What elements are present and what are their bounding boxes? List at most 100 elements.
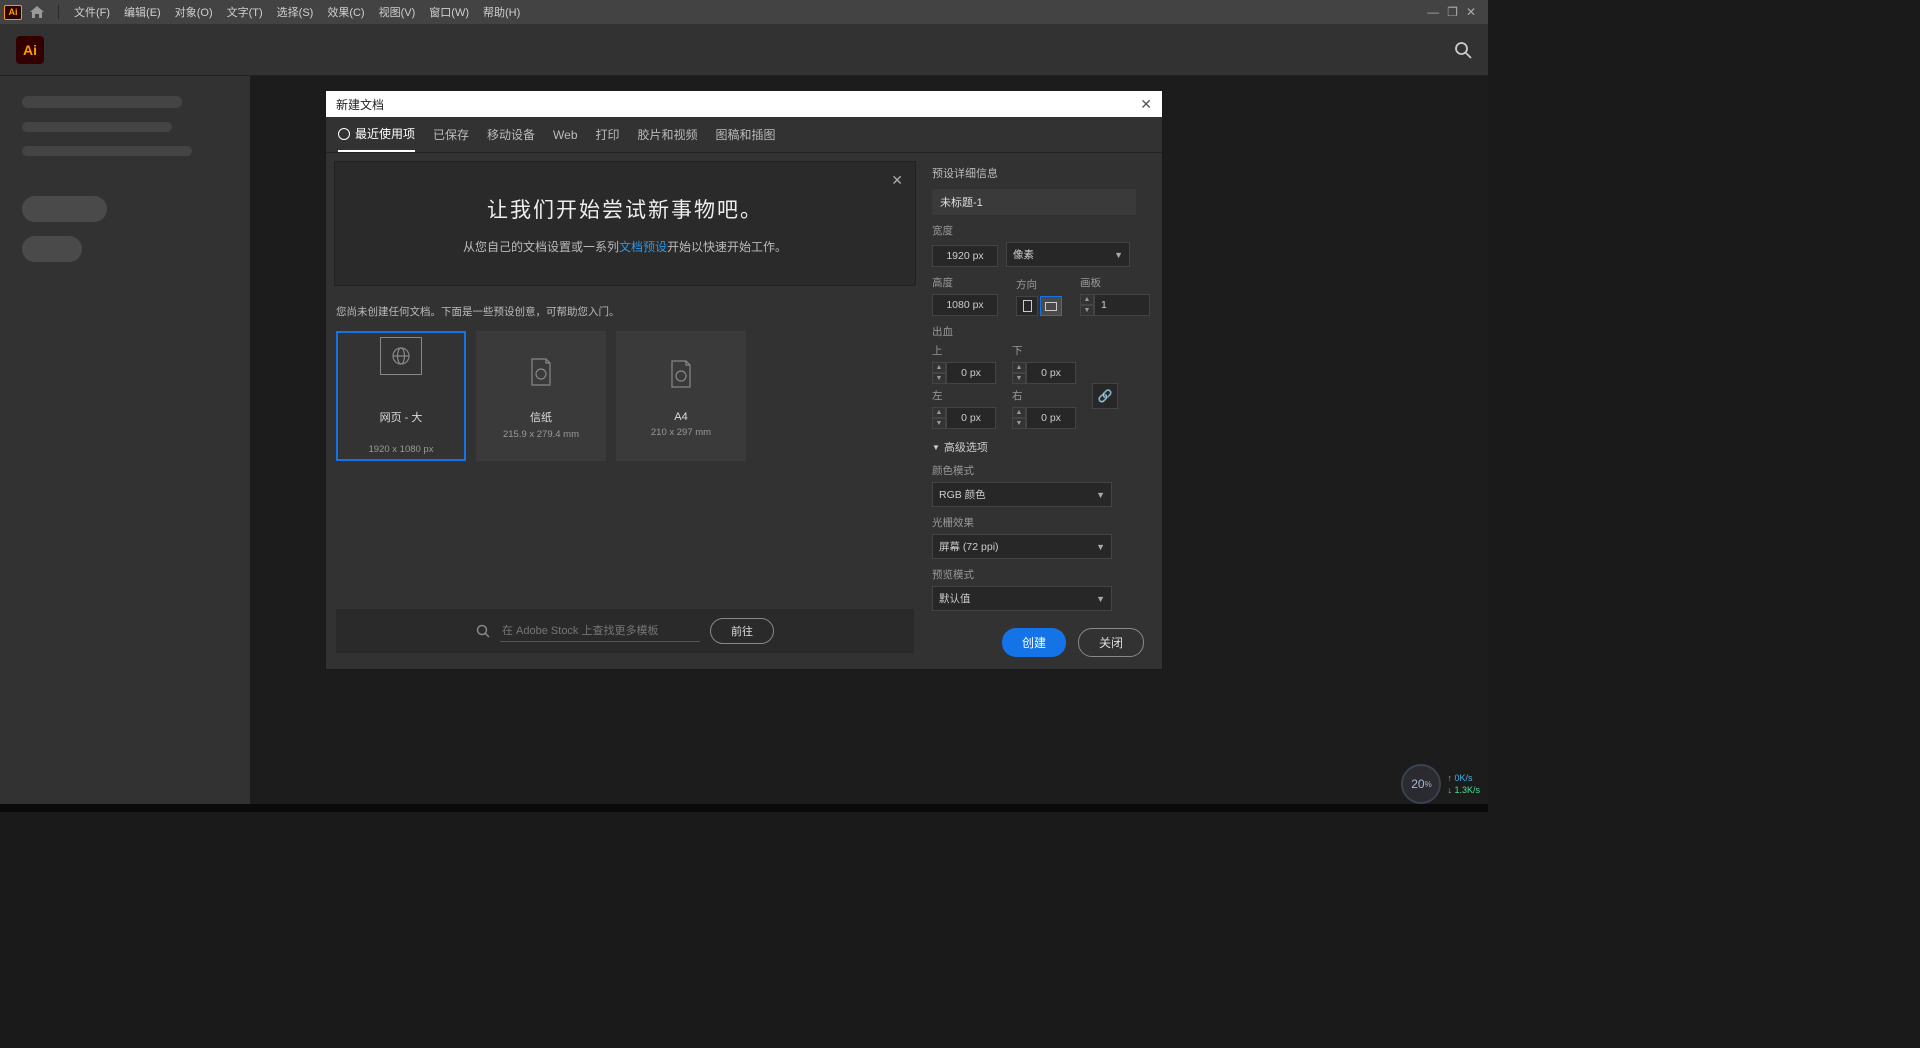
main-area: 新建文档 ✕ 最近使用项 已保存 移动设备 Web 打印 胶片和视频 图稿和插图… [250,76,1488,804]
dialog-title: 新建文档 [336,96,384,113]
colormode-label: 颜色模式 [932,463,1144,478]
doc-presets-link[interactable]: 文档预设 [619,240,667,254]
stock-search-input[interactable] [500,621,700,642]
hint-text: 您尚未创建任何文档。下面是一些预设创意，可帮助您入门。 [334,304,916,331]
menu-object[interactable]: 对象(O) [168,4,220,20]
link-bleed-icon[interactable]: 🔗 [1092,383,1118,409]
clock-icon [338,128,350,140]
raster-label: 光栅效果 [932,515,1144,530]
window-close-icon[interactable]: ✕ [1466,5,1476,19]
orientation-portrait[interactable] [1016,296,1038,316]
advanced-label: 高级选项 [944,439,988,455]
preset-size: 1920 x 1080 px [369,444,434,455]
preset-details-panel: 预设详细信息 未标题-1 宽度 1920 px 像素 ▼ 高度 1080 p [924,153,1156,669]
menu-select[interactable]: 选择(S) [270,4,321,20]
os-menubar: Ai 文件(F) 编辑(E) 对象(O) 文字(T) 选择(S) 效果(C) 视… [0,0,1488,24]
skeleton-line [22,96,182,108]
orientation-landscape[interactable] [1040,296,1062,316]
home-icon[interactable] [30,6,44,18]
unit-select[interactable]: 像素 ▼ [1006,242,1130,267]
height-input[interactable]: 1080 px [932,294,998,316]
dialog-tabs: 最近使用项 已保存 移动设备 Web 打印 胶片和视频 图稿和插图 [326,117,1162,153]
bleed-bottom-label: 下 [1012,343,1084,358]
preset-letter[interactable]: 信纸 215.9 x 279.4 mm [476,331,606,461]
presets-panel: ✕ 让我们开始尝试新事物吧。 从您自己的文档设置或一系列文档预设开始以快速开始工… [326,153,924,669]
tab-print[interactable]: 打印 [596,117,620,152]
chevron-down-icon: ▼ [1114,250,1123,260]
dialog-titlebar: 新建文档 ✕ [326,91,1162,117]
net-download: ↓ 1.3K/s [1447,784,1480,796]
bleed-left-stepper[interactable]: ▲▼ [932,407,946,429]
doc-name-input[interactable]: 未标题-1 [932,189,1136,215]
bleed-right-input[interactable]: 0 px [1026,407,1076,429]
menu-edit[interactable]: 编辑(E) [117,4,168,20]
hero-close-icon[interactable]: ✕ [891,172,903,189]
width-label: 宽度 [932,223,1144,238]
preset-a4[interactable]: A4 210 x 297 mm [616,331,746,461]
dialog-close-icon[interactable]: ✕ [1140,96,1152,113]
menu-file[interactable]: 文件(F) [67,4,117,20]
bleed-left-label: 左 [932,388,1004,403]
tab-art[interactable]: 图稿和插图 [716,117,776,152]
preview-select[interactable]: 默认值 ▼ [932,586,1112,611]
hero-banner: ✕ 让我们开始尝试新事物吧。 从您自己的文档设置或一系列文档预设开始以快速开始工… [334,161,916,286]
menu-view[interactable]: 视图(V) [372,4,423,20]
preview-value: 默认值 [939,591,971,606]
bleed-top-label: 上 [932,343,1004,358]
tab-recent[interactable]: 最近使用项 [338,117,415,152]
colormode-select[interactable]: RGB 颜色▼ [932,482,1112,507]
bleed-bottom-stepper[interactable]: ▲▼ [1012,362,1026,384]
artboards-label: 画板 [1080,275,1150,290]
skeleton-button [22,196,107,222]
bleed-right-label: 右 [1012,388,1084,403]
close-button[interactable]: 关闭 [1078,628,1144,657]
chevron-down-icon: ▼ [1096,594,1105,604]
bleed-right-stepper[interactable]: ▲▼ [1012,407,1026,429]
divider [58,5,59,19]
bleed-top-stepper[interactable]: ▲▼ [932,362,946,384]
new-document-dialog: 新建文档 ✕ 最近使用项 已保存 移动设备 Web 打印 胶片和视频 图稿和插图… [325,90,1163,670]
raster-select[interactable]: 屏幕 (72 ppi) ▼ [932,534,1112,559]
orientation-label: 方向 [1016,277,1062,292]
preset-size: 210 x 297 mm [651,427,711,438]
network-monitor-widget: 20% ↑ 0K/s ↓ 1.3K/s [1401,764,1480,804]
chevron-down-icon: ▼ [932,443,940,452]
doc-icon [660,355,702,393]
bleed-label: 出血 [932,324,1144,339]
unit-value: 像素 [1013,247,1034,262]
stock-search-bar: 前往 [336,609,914,653]
tab-film[interactable]: 胶片和视频 [638,117,698,152]
illustrator-logo-icon: Ai [16,36,44,64]
create-button[interactable]: 创建 [1002,628,1066,657]
advanced-toggle[interactable]: ▼ 高级选项 [932,439,1144,455]
window-minimize-icon[interactable]: — [1427,5,1439,19]
web-icon [380,337,422,375]
raster-value: 屏幕 (72 ppi) [939,539,999,554]
artboards-stepper[interactable]: ▲▼ [1080,294,1094,316]
bleed-bottom-input[interactable]: 0 px [1026,362,1076,384]
preset-web-large[interactable]: 网页 - 大 1920 x 1080 px [336,331,466,461]
app-badge-icon: Ai [4,5,22,20]
menu-type[interactable]: 文字(T) [220,4,270,20]
chevron-down-icon: ▼ [1096,490,1105,500]
stock-go-button[interactable]: 前往 [710,618,774,644]
artboards-input[interactable]: 1 [1094,294,1150,316]
tab-web[interactable]: Web [553,117,577,152]
menu-help[interactable]: 帮助(H) [476,4,527,20]
hero-title: 让我们开始尝试新事物吧。 [355,194,895,224]
window-restore-icon[interactable]: ❐ [1447,5,1458,19]
app-header: Ai [0,24,1488,76]
preset-name: 信纸 [530,409,552,425]
menu-effect[interactable]: 效果(C) [320,4,371,20]
bleed-left-input[interactable]: 0 px [946,407,996,429]
menu-window[interactable]: 窗口(W) [422,4,476,20]
tab-saved[interactable]: 已保存 [433,117,469,152]
tab-mobile[interactable]: 移动设备 [487,117,535,152]
width-input[interactable]: 1920 px [932,245,998,267]
search-icon [476,624,490,638]
hero-subtitle: 从您自己的文档设置或一系列文档预设开始以快速开始工作。 [355,238,895,255]
skeleton-line [22,122,172,132]
search-icon[interactable] [1454,41,1472,59]
bleed-top-input[interactable]: 0 px [946,362,996,384]
chevron-down-icon: ▼ [1096,542,1105,552]
